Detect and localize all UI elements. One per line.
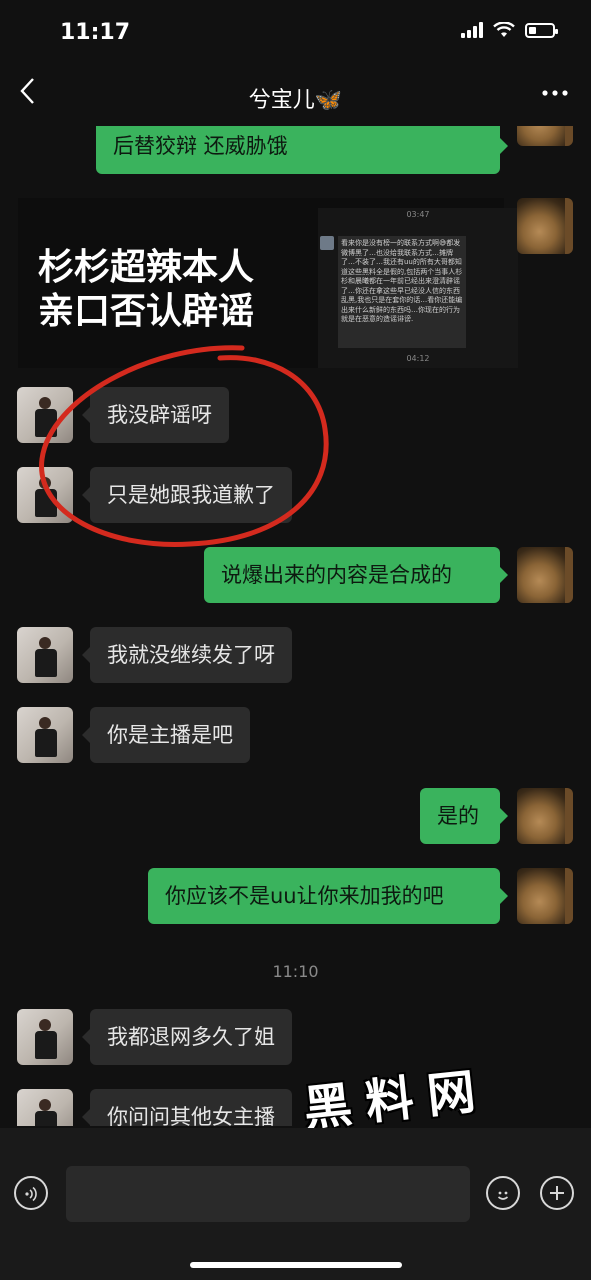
more-functions-button[interactable]: [540, 1176, 574, 1210]
message-text: 你问问其他女主播: [107, 1105, 275, 1126]
screenshot-time-bottom: 04:12: [406, 354, 430, 363]
message-text: 我没辟谣呀: [107, 403, 212, 427]
screenshot-avatar: [320, 236, 334, 250]
message-bubble-in[interactable]: 你是主播是吧: [82, 707, 250, 763]
avatar-self[interactable]: [517, 547, 573, 603]
avatar-self[interactable]: [517, 126, 573, 146]
screenshot-time-top: 03:47: [406, 210, 430, 219]
avatar-contact[interactable]: [17, 1009, 73, 1065]
emoji-button[interactable]: [486, 1176, 520, 1210]
image-overlay-line-2: 亲口否认辟谣: [38, 291, 255, 332]
image-message[interactable]: 杉杉超辣本人 亲口否认辟谣 03:47 看来你是没有榜一的联系方式啊😅都发微博黑…: [18, 198, 518, 368]
status-bar: 11:17: [0, 0, 591, 64]
battery-icon: [525, 22, 558, 38]
nav-bar: 兮宝儿🦋: [0, 64, 591, 126]
message-text: 我就没继续发了呀: [107, 643, 275, 667]
message-text: 你应该不是uu让你来加我的吧: [165, 884, 444, 908]
avatar-contact[interactable]: [17, 387, 73, 443]
message-bubble-in[interactable]: 我没辟谣呀: [82, 387, 229, 443]
emoji-icon: [497, 1191, 509, 1200]
message-bubble-out[interactable]: 说爆出来的内容是合成的: [204, 547, 508, 603]
avatar-contact[interactable]: [17, 707, 73, 763]
message-bubble-in[interactable]: 只是她跟我道歉了: [82, 467, 292, 523]
chat-title: 兮宝儿🦋: [248, 88, 343, 113]
message-input[interactable]: [66, 1166, 470, 1222]
status-icons: [461, 22, 558, 38]
message-bubble-out[interactable]: 后替狡辩 还威胁饿: [96, 126, 508, 174]
message-text: 你是主播是吧: [107, 723, 233, 747]
more-icon: [542, 90, 568, 96]
wifi-icon: [493, 22, 515, 37]
avatar-contact[interactable]: [17, 1089, 73, 1126]
avatar-self[interactable]: [517, 868, 573, 924]
message-text: 只是她跟我道歉了: [107, 483, 275, 507]
avatar-self[interactable]: [517, 198, 573, 254]
chat-area[interactable]: 后替狡辩 还威胁饿 杉杉超辣本人 亲口否认辟谣 03:47 看来你是没有榜一的联…: [0, 126, 591, 1126]
message-bubble-in[interactable]: 我都退网多久了姐: [82, 1009, 292, 1065]
avatar-contact[interactable]: [17, 467, 73, 523]
home-indicator[interactable]: [190, 1262, 402, 1268]
avatar-self[interactable]: [517, 788, 573, 844]
battery-fill: [529, 26, 536, 34]
more-button[interactable]: [541, 74, 569, 104]
screenshot-message-text: 看来你是没有榜一的联系方式啊😅都发微博黑了…也没给我联系方式…摊牌了…不装了…我…: [338, 236, 466, 348]
message-text: 我都退网多久了姐: [107, 1025, 275, 1049]
message-bubble-in[interactable]: 我就没继续发了呀: [82, 627, 292, 683]
status-time: 11:17: [60, 20, 131, 45]
message-bubble-out[interactable]: 是的: [420, 788, 508, 844]
voice-button[interactable]: [14, 1176, 48, 1210]
avatar-contact[interactable]: [17, 627, 73, 683]
message-bubble-in[interactable]: 你问问其他女主播: [82, 1089, 292, 1126]
voice-icon: [25, 1186, 37, 1201]
chat-timestamp: 11:10: [272, 962, 319, 981]
message-bubble-out[interactable]: 你应该不是uu让你来加我的吧: [148, 868, 508, 924]
embedded-chat-screenshot: 03:47 看来你是没有榜一的联系方式啊😅都发微博黑了…也没给我联系方式…摊牌了…: [318, 208, 518, 368]
message-text: 后替狡辩 还威胁饿: [113, 134, 288, 158]
signal-icon: [461, 22, 483, 38]
message-text: 是的: [437, 804, 479, 828]
plus-icon: [550, 1185, 564, 1200]
input-bar: [0, 1128, 591, 1280]
message-text: 说爆出来的内容是合成的: [221, 563, 452, 587]
